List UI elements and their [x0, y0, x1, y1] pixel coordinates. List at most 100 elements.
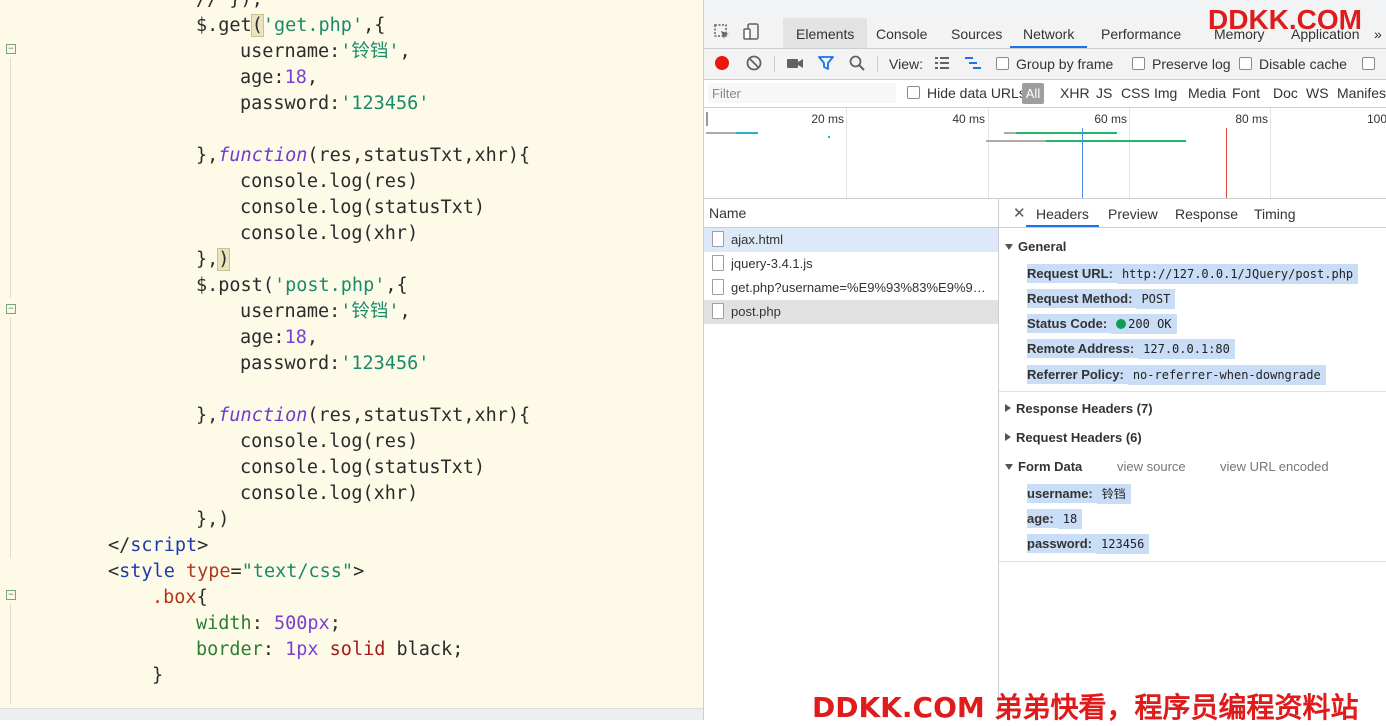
timeline-tick-label: 40 ms: [952, 112, 985, 126]
record-icon[interactable]: [712, 54, 732, 74]
code-line: border: 1px solid black;: [196, 639, 464, 660]
code-line: console.log(xhr): [240, 223, 419, 244]
type-filter-css[interactable]: CSS: [1121, 80, 1150, 107]
expand-triangle-icon: [1005, 433, 1011, 441]
clear-icon[interactable]: [744, 54, 764, 74]
timeline-tick-label: 20 ms: [811, 112, 844, 126]
tab-network[interactable]: Network: [1010, 18, 1088, 48]
code-line: password:'123456': [240, 93, 430, 114]
name-column-header[interactable]: Name: [704, 199, 998, 228]
code-line: $.post('post.php',{: [196, 275, 408, 296]
form-data-toggle[interactable]: Form Data: [1005, 459, 1082, 474]
type-filter-xhr[interactable]: XHR: [1060, 80, 1090, 107]
watermark-top: DDKK.COM: [1208, 4, 1362, 35]
referrer-policy-row: Referrer Policy: no-referrer-when-downgra…: [1027, 365, 1326, 385]
response-headers-toggle[interactable]: Response Headers (7): [1005, 401, 1153, 416]
view-url-encoded-link[interactable]: view URL encoded: [1220, 459, 1329, 474]
tab-headers[interactable]: Headers: [1026, 199, 1099, 227]
editor-gutter: − − −: [0, 0, 30, 720]
code-line: console.log(statusTxt): [240, 457, 486, 478]
status-code-row: Status Code: 200 OK: [1027, 314, 1177, 334]
large-rows-icon[interactable]: [932, 54, 952, 74]
offline-checkbox[interactable]: [1362, 49, 1382, 79]
devtools-panel: Elements Console Sources Network Perform…: [703, 0, 1386, 720]
timeline-tick-label: 60 ms: [1094, 112, 1127, 126]
code-line: age:18,: [240, 327, 318, 348]
request-list: Name ajax.html jquery-3.4.1.js get.php?u…: [704, 199, 999, 720]
editor-horizontal-scrollbar[interactable]: [0, 708, 703, 720]
request-detail-panel: ✕ Headers Preview Response Timing Genera…: [999, 199, 1386, 720]
request-row[interactable]: jquery-3.4.1.js: [704, 252, 998, 276]
code-line: password:'123456': [240, 353, 430, 374]
code-line: // });: [196, 0, 263, 13]
request-row[interactable]: post.php: [704, 300, 998, 324]
fold-icon[interactable]: −: [6, 590, 16, 600]
remote-address-row: Remote Address: 127.0.0.1:80: [1027, 339, 1235, 359]
timeline-gridline: [988, 108, 989, 198]
timeline-bar: [706, 132, 736, 134]
filter-bar: Hide data URLs All XHRJS CSSImg MediaFont D…: [704, 80, 1386, 108]
group-by-frame-checkbox[interactable]: Group by frame: [996, 49, 1113, 79]
fold-icon[interactable]: −: [6, 44, 16, 54]
toolbar-divider: [877, 56, 878, 72]
request-headers-toggle[interactable]: Request Headers (6): [1005, 430, 1142, 445]
form-field-row: age: 18: [1027, 509, 1083, 529]
tab-sources[interactable]: Sources: [938, 18, 1015, 48]
tab-performance[interactable]: Performance: [1088, 18, 1194, 48]
waterfall-overview-icon[interactable]: [963, 54, 983, 74]
timeline-tick-label: 100: [1366, 112, 1386, 126]
fold-guide: [10, 58, 11, 298]
view-label: View:: [889, 56, 923, 72]
code-line: username:'铃铛',: [240, 301, 411, 322]
view-source-link[interactable]: view source: [1117, 459, 1186, 474]
type-filter-font[interactable]: Font: [1232, 80, 1260, 107]
code-editor[interactable]: − − − // });$.get('get.php',{ username:'铃…: [0, 0, 703, 720]
fold-icon[interactable]: −: [6, 304, 16, 314]
general-section-toggle[interactable]: General: [1005, 239, 1066, 254]
type-filter-doc[interactable]: Doc: [1273, 80, 1298, 107]
timeline-gridline: [1270, 108, 1271, 198]
timeline-tick-label: 80 ms: [1235, 112, 1268, 126]
type-filter-ws[interactable]: WS: [1306, 80, 1329, 107]
timeline-bar: [986, 140, 1046, 142]
inspect-element-icon[interactable]: [712, 23, 732, 43]
request-row[interactable]: ajax.html: [704, 228, 998, 252]
type-filter-img[interactable]: Img: [1154, 80, 1177, 107]
code-line: console.log(xhr): [240, 483, 419, 504]
timeline-bar: [706, 112, 708, 126]
tab-preview[interactable]: Preview: [1098, 199, 1168, 227]
code-line: },): [196, 509, 230, 530]
code-line: },function(res,statusTxt,xhr){: [196, 145, 531, 166]
filter-icon[interactable]: [816, 54, 836, 74]
search-icon[interactable]: [847, 54, 867, 74]
preserve-log-checkbox[interactable]: Preserve log: [1132, 49, 1231, 79]
type-filter-manifest[interactable]: Manifest: [1337, 80, 1386, 107]
type-filter-js[interactable]: JS: [1096, 80, 1112, 107]
request-row[interactable]: get.php?username=%E9%93%83%E9%93%9B&age=…: [704, 276, 998, 300]
network-overview-timeline[interactable]: 20 ms 40 ms 60 ms 80 ms 100: [704, 108, 1386, 199]
code-line: console.log(res): [240, 171, 419, 192]
filter-input[interactable]: [708, 83, 896, 103]
disable-cache-checkbox[interactable]: Disable cache: [1239, 49, 1347, 79]
fold-guide: [10, 604, 11, 704]
code-line: .box{: [152, 587, 208, 608]
filter-all-button[interactable]: All: [1022, 83, 1044, 104]
code-line: },): [196, 248, 231, 271]
more-tabs-icon[interactable]: »: [1370, 18, 1386, 48]
tab-timing[interactable]: Timing: [1244, 199, 1306, 227]
tab-response[interactable]: Response: [1165, 199, 1248, 227]
timeline-bar: [1046, 140, 1186, 142]
document-icon: [712, 255, 724, 271]
code-line: $.get('get.php',{: [196, 14, 386, 37]
load-event-marker: [1226, 128, 1227, 198]
type-filter-media[interactable]: Media: [1188, 80, 1226, 107]
hide-data-urls-checkbox[interactable]: Hide data URLs: [907, 80, 1026, 107]
timeline-bar: [1004, 132, 1016, 134]
form-field-row: password: 123456: [1027, 534, 1150, 554]
screenshot-camera-icon[interactable]: [785, 54, 805, 74]
tab-elements[interactable]: Elements: [783, 18, 868, 48]
tab-console[interactable]: Console: [863, 18, 940, 48]
timeline-bar: [828, 136, 830, 138]
device-toolbar-icon[interactable]: [742, 23, 762, 43]
code-line: },function(res,statusTxt,xhr){: [196, 405, 531, 426]
